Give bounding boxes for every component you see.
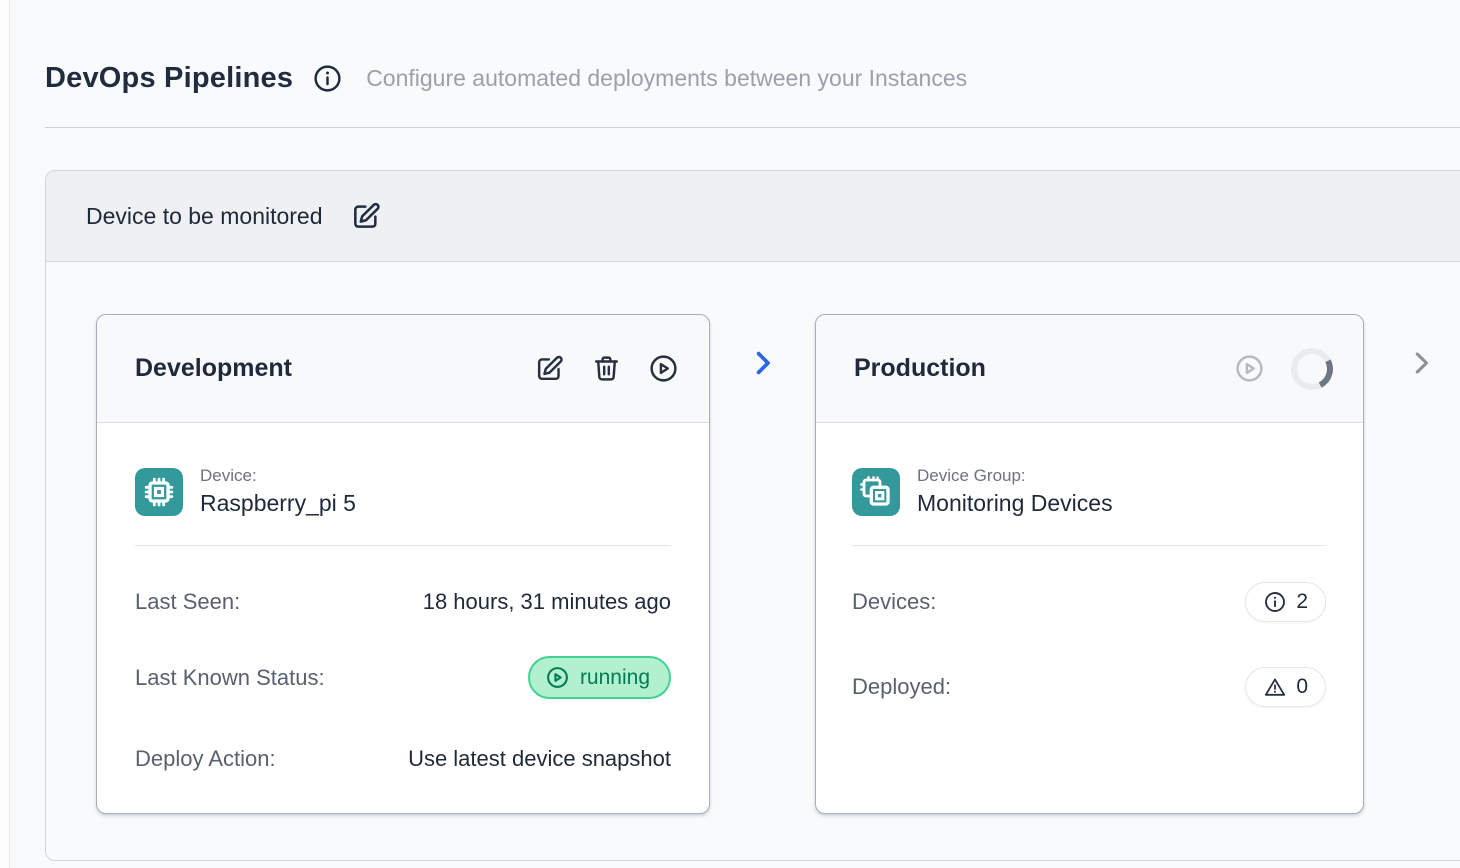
device-group-label: Device Group: — [917, 466, 1113, 486]
last-seen-row: Last Seen: 18 hours, 31 minutes ago — [135, 589, 671, 615]
production-card-header: Production — [816, 315, 1363, 423]
production-actions — [1234, 348, 1333, 390]
last-seen-value: 18 hours, 31 minutes ago — [423, 589, 671, 615]
device-row: Device: Raspberry_pi 5 — [135, 466, 671, 517]
chevron-right-icon — [1406, 348, 1436, 378]
pipeline-panel-header: Device to be monitored — [46, 171, 1460, 262]
chevron-right-icon — [748, 348, 778, 378]
deploy-action-row: Deploy Action: Use latest device snapsho… — [135, 746, 671, 772]
run-stage-icon[interactable] — [648, 353, 679, 384]
delete-stage-icon[interactable] — [591, 353, 622, 384]
page-subtitle: Configure automated deployments between … — [366, 65, 967, 92]
development-stage-card: Development — [96, 314, 710, 814]
device-group-icon — [852, 468, 900, 516]
deploy-action-value: Use latest device snapshot — [408, 746, 671, 772]
deployed-row: Deployed: 0 — [852, 667, 1326, 707]
deployed-count-badge[interactable]: 0 — [1245, 667, 1326, 707]
header-divider — [45, 127, 1460, 128]
next-stage-chevron[interactable] — [1406, 314, 1436, 378]
running-play-icon — [545, 665, 570, 690]
card-divider — [852, 545, 1326, 546]
pipeline-title: Device to be monitored — [86, 203, 323, 230]
stage-connector — [710, 314, 815, 378]
info-icon[interactable] — [312, 63, 343, 94]
device-name: Raspberry_pi 5 — [200, 490, 356, 517]
devices-count: 2 — [1296, 590, 1308, 614]
devices-count-badge[interactable]: 2 — [1245, 582, 1326, 622]
last-seen-label: Last Seen: — [135, 589, 240, 615]
warning-icon — [1263, 675, 1287, 699]
device-group-name: Monitoring Devices — [917, 490, 1113, 517]
pipeline-panel: Device to be monitored Development — [45, 170, 1460, 861]
device-group-meta: Device Group: Monitoring Devices — [917, 466, 1113, 517]
last-known-status-label: Last Known Status: — [135, 665, 325, 691]
devices-row: Devices: 2 — [852, 582, 1326, 622]
page-header: DevOps Pipelines Configure automated dep… — [45, 55, 1460, 101]
edit-pipeline-icon[interactable] — [350, 200, 382, 232]
production-stage-title: Production — [854, 354, 986, 383]
development-card-header: Development — [97, 315, 709, 423]
devices-label: Devices: — [852, 589, 936, 615]
run-stage-icon-disabled — [1234, 353, 1265, 384]
device-meta: Device: Raspberry_pi 5 — [200, 466, 356, 517]
development-actions — [534, 353, 679, 384]
device-group-row: Device Group: Monitoring Devices — [852, 466, 1326, 517]
info-icon — [1263, 590, 1287, 614]
edit-stage-icon[interactable] — [534, 353, 565, 384]
deployed-count: 0 — [1296, 675, 1308, 699]
deploy-action-label: Deploy Action: — [135, 746, 276, 772]
production-stage-card: Production — [815, 314, 1364, 814]
device-chip-icon — [135, 468, 183, 516]
page-title: DevOps Pipelines — [45, 62, 293, 95]
main-content: DevOps Pipelines Configure automated dep… — [9, 0, 1460, 868]
status-badge: running — [528, 656, 671, 699]
last-known-status-row: Last Known Status: running — [135, 656, 671, 699]
card-divider — [135, 545, 671, 546]
development-stage-title: Development — [135, 354, 292, 383]
deployed-label: Deployed: — [852, 674, 951, 700]
development-card-body: Device: Raspberry_pi 5 Last Seen: 18 hou… — [97, 423, 709, 772]
status-badge-label: running — [580, 666, 650, 690]
pipeline-stages: Development — [46, 262, 1460, 860]
device-label: Device: — [200, 466, 356, 486]
loading-spinner-icon — [1286, 342, 1339, 395]
production-card-body: Device Group: Monitoring Devices Devices… — [816, 423, 1363, 707]
